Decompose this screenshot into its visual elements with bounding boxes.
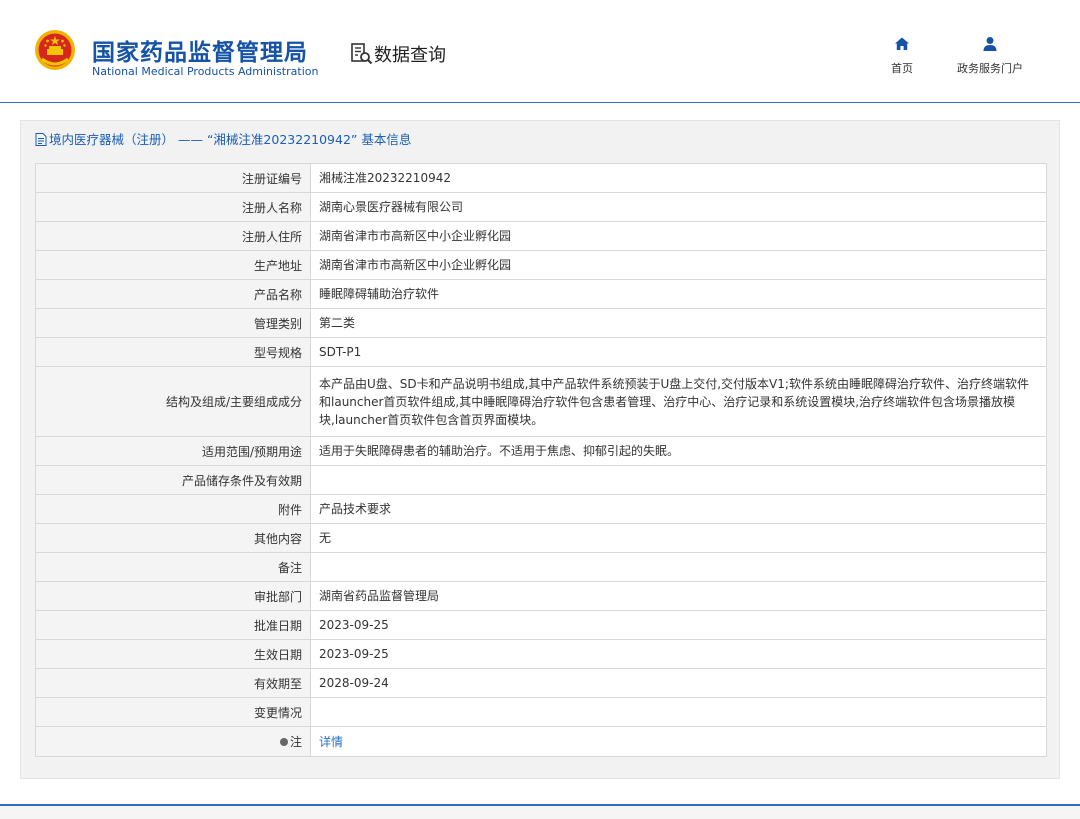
row-value: 无 bbox=[310, 523, 1047, 553]
table-row: 备注 bbox=[35, 552, 1047, 582]
row-label: 变更情况 bbox=[35, 697, 311, 727]
home-icon bbox=[895, 37, 909, 50]
row-value: 睡眠障碍辅助治疗软件 bbox=[310, 279, 1047, 309]
org-name-en: National Medical Products Administration bbox=[92, 65, 319, 78]
row-value: SDT-P1 bbox=[310, 337, 1047, 367]
row-label: 产品名称 bbox=[35, 279, 311, 309]
org-name-cn: 国家药品监督管理局 bbox=[92, 40, 308, 66]
table-row: 生产地址 湖南省津市市高新区中小企业孵化园 bbox=[35, 250, 1047, 280]
row-label: 注册证编号 bbox=[35, 163, 311, 193]
nav-service-portal-label: 政务服务门户 bbox=[957, 62, 1023, 75]
row-label: 附件 bbox=[35, 494, 311, 524]
row-value: 2023-09-25 bbox=[310, 610, 1047, 640]
national-emblem-icon bbox=[35, 30, 75, 70]
row-value bbox=[310, 552, 1047, 582]
table-row: 产品储存条件及有效期 bbox=[35, 465, 1047, 495]
table-row: 注册人名称 湖南心景医疗器械有限公司 bbox=[35, 192, 1047, 222]
row-value: 湖南省津市市高新区中小企业孵化园 bbox=[310, 221, 1047, 251]
row-label: 适用范围/预期用途 bbox=[35, 436, 311, 466]
detail-panel: 境内医疗器械（注册） —— “湘械注准20232210942” 基本信息 注册证… bbox=[20, 120, 1060, 779]
row-label: 型号规格 bbox=[35, 337, 311, 367]
table-row: 生效日期 2023-09-25 bbox=[35, 639, 1047, 669]
row-label: 结构及组成/主要组成成分 bbox=[35, 366, 311, 437]
site-footer bbox=[0, 806, 1080, 819]
table-row: 适用范围/预期用途 适用于失眠障碍患者的辅助治疗。不适用于焦虑、抑郁引起的失眠。 bbox=[35, 436, 1047, 466]
note-bullet-icon bbox=[279, 738, 288, 746]
row-value bbox=[310, 697, 1047, 727]
table-row: 审批部门 湖南省药品监督管理局 bbox=[35, 581, 1047, 611]
nav-home-label: 首页 bbox=[891, 62, 913, 75]
table-row: 批准日期 2023-09-25 bbox=[35, 610, 1047, 640]
row-value: 湖南省药品监督管理局 bbox=[310, 581, 1047, 611]
table-row: 附件 产品技术要求 bbox=[35, 494, 1047, 524]
nav-home[interactable]: 首页 bbox=[884, 36, 920, 76]
row-label: 审批部门 bbox=[35, 581, 311, 611]
row-value: 详情 bbox=[310, 726, 1047, 757]
row-value: 第二类 bbox=[310, 308, 1047, 338]
row-label: 生产地址 bbox=[35, 250, 311, 280]
header-divider bbox=[0, 102, 1080, 103]
row-label-text: 注 bbox=[289, 735, 302, 749]
table-row: 其他内容无 bbox=[35, 523, 1047, 553]
data-query-icon bbox=[351, 43, 373, 65]
table-row: 注册证编号 湘械注准20232210942 bbox=[35, 163, 1047, 193]
table-row: 型号规格 SDT-P1 bbox=[35, 337, 1047, 367]
row-value: 2023-09-25 bbox=[310, 639, 1047, 669]
row-label: 产品储存条件及有效期 bbox=[35, 465, 311, 495]
row-label: 管理类别 bbox=[35, 308, 311, 338]
row-label: 注册人名称 bbox=[35, 192, 311, 222]
panel-title-text: 境内医疗器械（注册） —— “湘械注准20232210942” 基本信息 bbox=[49, 132, 412, 147]
table-row: 注册人住所 湖南省津市市高新区中小企业孵化园 bbox=[35, 221, 1047, 251]
section-label: 数据查询 bbox=[374, 45, 446, 66]
row-label: 有效期至 bbox=[35, 668, 311, 698]
row-label: 生效日期 bbox=[35, 639, 311, 669]
row-value: 2028-09-24 bbox=[310, 668, 1047, 698]
table-row: 有效期至 2028-09-24 bbox=[35, 668, 1047, 698]
info-table: 注册证编号 湘械注准20232210942 注册人名称 湖南心景医疗器械有限公司 注… bbox=[35, 163, 1047, 757]
row-value: 湘械注准20232210942 bbox=[310, 163, 1047, 193]
document-icon bbox=[35, 133, 47, 146]
table-row: 注 详情 bbox=[35, 726, 1047, 757]
row-label: 批准日期 bbox=[35, 610, 311, 640]
table-row: 变更情况 bbox=[35, 697, 1047, 727]
row-label: 备注 bbox=[35, 552, 311, 582]
row-value: 本产品由U盘、SD卡和产品说明书组成,其中产品软件系统预装于U盘上交付,交付版本… bbox=[310, 366, 1047, 437]
table-row: 结构及组成/主要组成成分 本产品由U盘、SD卡和产品说明书组成,其中产品软件系统预… bbox=[35, 366, 1047, 437]
row-value bbox=[310, 465, 1047, 495]
nav-service-portal[interactable]: 政务服务门户 bbox=[948, 36, 1032, 76]
row-label: 其他内容 bbox=[35, 523, 311, 553]
row-value: 适用于失眠障碍患者的辅助治疗。不适用于焦虑、抑郁引起的失眠。 bbox=[310, 436, 1047, 466]
row-label: 注册人住所 bbox=[35, 221, 311, 251]
user-icon bbox=[983, 37, 997, 51]
panel-title: 境内医疗器械（注册） —— “湘械注准20232210942” 基本信息 bbox=[35, 129, 411, 148]
site-header: 国家药品监督管理局 National Medical Products Admi… bbox=[0, 0, 1080, 102]
row-label: 注 bbox=[35, 726, 311, 757]
row-value: 产品技术要求 bbox=[310, 494, 1047, 524]
table-row: 产品名称 睡眠障碍辅助治疗软件 bbox=[35, 279, 1047, 309]
row-value: 湖南心景医疗器械有限公司 bbox=[310, 192, 1047, 222]
row-value: 湖南省津市市高新区中小企业孵化园 bbox=[310, 250, 1047, 280]
table-row: 管理类别 第二类 bbox=[35, 308, 1047, 338]
details-link[interactable]: 详情 bbox=[319, 735, 343, 749]
